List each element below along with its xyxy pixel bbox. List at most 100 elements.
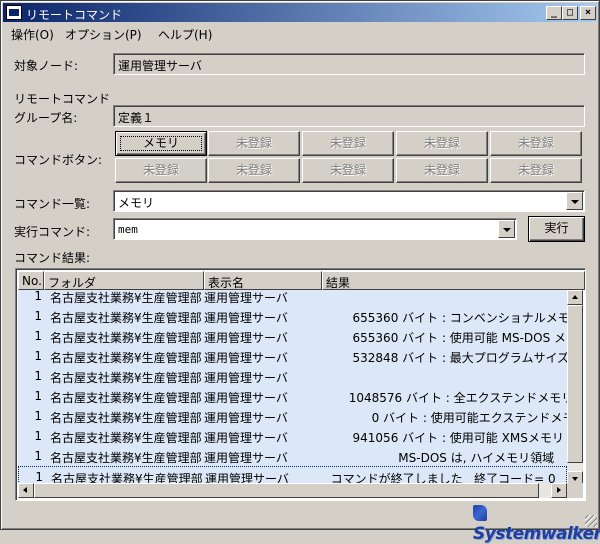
command-button-2-2[interactable]: 未登録 [208, 158, 300, 183]
table-row[interactable]: 1 名古屋支社業務¥生産管理部 運用管理サーバ 1048576 バイト : 全エ… [18, 386, 567, 406]
target-node-field: 運用管理サーバ [113, 53, 585, 75]
row-display-name: 運用管理サーバ [204, 431, 288, 445]
table-row[interactable]: 1 名古屋支社業務¥生産管理部 運用管理サーバ 0 バイト : 使用可能エクステ… [18, 406, 567, 426]
group-label: グループ名: [14, 111, 78, 125]
table-row[interactable]: 1 名古屋支社業務¥生産管理部 運用管理サーバ 655360 バイト : 使用可… [18, 326, 567, 346]
title-bar[interactable]: リモートコマンド _ □ × [3, 3, 597, 22]
row-folder: 名古屋支社業務¥生産管理部 [50, 311, 202, 325]
row-no: 1 [34, 349, 42, 363]
row-display-name: 運用管理サーバ [204, 451, 288, 465]
scroll-left-icon[interactable] [18, 483, 34, 498]
menu-bar: 操作(O) オプション(P) ヘルプ(H) [3, 23, 597, 43]
command-list-select[interactable]: メモリ [113, 190, 585, 212]
menu-help[interactable]: ヘルプ(H) [158, 26, 212, 43]
row-no: 1 [34, 329, 42, 343]
command-buttons-label: コマンドボタン: [14, 153, 103, 167]
command-button-2-5[interactable]: 未登録 [490, 158, 582, 183]
menu-option[interactable]: オプション(P) [65, 26, 142, 43]
exec-command-value: mem [118, 223, 138, 236]
table-row[interactable]: 1 名古屋支社業務¥生産管理部 運用管理サーバ 941056 バイト : 使用可… [18, 426, 567, 446]
row-folder: 名古屋支社業務¥生産管理部 [50, 331, 202, 345]
table-row[interactable]: 1 名古屋支社業務¥生産管理部 運用管理サーバ [18, 290, 567, 306]
command-button-2-1[interactable]: 未登録 [115, 158, 207, 183]
table-row[interactable]: 1 名古屋支社業務¥生産管理部 運用管理サーバ [18, 366, 567, 386]
scroll-up-icon[interactable] [567, 290, 583, 305]
column-header-result[interactable]: 結果 [322, 271, 585, 290]
dropdown-arrow-icon[interactable] [498, 220, 515, 238]
maximize-button[interactable]: □ [562, 6, 578, 20]
row-no: 1 [34, 369, 42, 383]
row-result: 941056 バイト : 使用可能 XMSメモリ [322, 431, 564, 445]
logo-mark-icon [473, 505, 487, 521]
column-header-display-name[interactable]: 表示名 [204, 271, 322, 290]
command-button-1-5[interactable]: 未登録 [490, 131, 582, 156]
scroll-right-icon[interactable] [551, 483, 567, 498]
row-result: 655360 バイト : 使用可能 MS-DOS メモリ [322, 331, 567, 345]
logo-text: Systemwalker [473, 524, 600, 544]
command-list-value: メモリ [118, 196, 155, 210]
command-result-list[interactable]: No. フォルダ 表示名 結果 1 名古屋支社業務¥生産管理部 運用管理サーバ … [15, 268, 586, 501]
row-folder: 名古屋支社業務¥生産管理部 [50, 451, 202, 465]
table-row[interactable]: 1 名古屋支社業務¥生産管理部 運用管理サーバ 655360 バイト : コンベ… [18, 306, 567, 326]
command-button-2-4[interactable]: 未登録 [396, 158, 488, 183]
row-no: 1 [34, 409, 42, 423]
row-result: 1048576 バイト : 全エクステンドメモリ [322, 391, 567, 405]
scrollbar-corner [567, 483, 583, 498]
close-button[interactable]: × [580, 6, 596, 20]
row-folder: 名古屋支社業務¥生産管理部 [50, 351, 202, 365]
row-result: 0 バイト : 使用可能エクステンドメモリ [322, 411, 567, 425]
column-header-folder[interactable]: フォルダ [44, 271, 204, 290]
command-result-label: コマンド結果: [14, 251, 91, 265]
vertical-scroll-thumb[interactable] [567, 305, 583, 463]
row-no: 1 [34, 429, 42, 443]
row-display-name: 運用管理サーバ [204, 371, 288, 385]
command-button-2-3[interactable]: 未登録 [302, 158, 394, 183]
command-button-1-3[interactable]: 未登録 [302, 131, 394, 156]
table-row[interactable]: 1 名古屋支社業務¥生産管理部 運用管理サーバ 532848 バイト : 最大プ… [18, 346, 567, 366]
minimize-button[interactable]: _ [546, 6, 562, 20]
window-title: リモートコマンド [26, 8, 123, 22]
remote-command-label: リモートコマンド [14, 92, 111, 106]
row-result: 655360 バイト : コンベンショナルメモリ [322, 311, 567, 325]
row-folder: 名古屋支社業務¥生産管理部 [50, 291, 202, 305]
row-folder: 名古屋支社業務¥生産管理部 [50, 391, 202, 405]
row-display-name: 運用管理サーバ [204, 351, 288, 365]
row-no: 1 [35, 470, 43, 484]
row-display-name: 運用管理サーバ [204, 311, 288, 325]
app-icon [6, 5, 22, 20]
row-no: 1 [34, 449, 42, 463]
row-no: 1 [34, 389, 42, 403]
menu-operation[interactable]: 操作(O) [11, 26, 54, 43]
row-result: MS-DOS は, ハイメモリ領域 [322, 451, 555, 465]
row-folder: 名古屋支社業務¥生産管理部 [50, 411, 202, 425]
result-rows: 1 名古屋支社業務¥生産管理部 運用管理サーバ 1 名古屋支社業務¥生産管理部 … [18, 290, 567, 486]
systemwalker-logo: Systemwalker [473, 504, 600, 544]
row-no: 1 [34, 309, 42, 323]
row-folder: 名古屋支社業務¥生産管理部 [50, 431, 202, 445]
group-field: 定義１ [113, 105, 585, 127]
focus-ring [120, 136, 202, 151]
row-no: 1 [34, 290, 42, 303]
row-display-name: 運用管理サーバ [204, 331, 288, 345]
exec-command-label: 実行コマンド: [14, 225, 91, 239]
command-button-memory[interactable]: メモリ [115, 131, 207, 156]
run-button[interactable]: 実行 [528, 216, 585, 242]
exec-command-input[interactable]: mem [113, 218, 517, 240]
horizontal-scroll-thumb[interactable] [34, 483, 539, 498]
resize-grip-icon[interactable] [585, 515, 597, 527]
target-node-label: 対象ノード: [14, 59, 79, 73]
dropdown-arrow-icon[interactable] [566, 192, 583, 210]
row-display-name: 運用管理サーバ [204, 411, 288, 425]
vertical-scrollbar[interactable] [567, 290, 583, 486]
row-display-name: 運用管理サーバ [204, 391, 288, 405]
row-display-name: 運用管理サーバ [204, 291, 288, 305]
row-folder: 名古屋支社業務¥生産管理部 [50, 371, 202, 385]
row-result: 532848 バイト : 最大プログラムサイズ [322, 351, 567, 365]
command-button-1-2[interactable]: 未登録 [208, 131, 300, 156]
horizontal-scrollbar[interactable] [18, 483, 567, 498]
command-button-1-4[interactable]: 未登録 [396, 131, 488, 156]
column-header-no[interactable]: No. [18, 271, 44, 290]
command-list-label: コマンド一覧: [14, 197, 91, 211]
remote-command-window: リモートコマンド _ □ × 操作(O) オプション(P) ヘルプ(H) 対象ノ… [0, 0, 600, 544]
table-row[interactable]: 1 名古屋支社業務¥生産管理部 運用管理サーバ MS-DOS は, ハイメモリ領… [18, 446, 567, 466]
